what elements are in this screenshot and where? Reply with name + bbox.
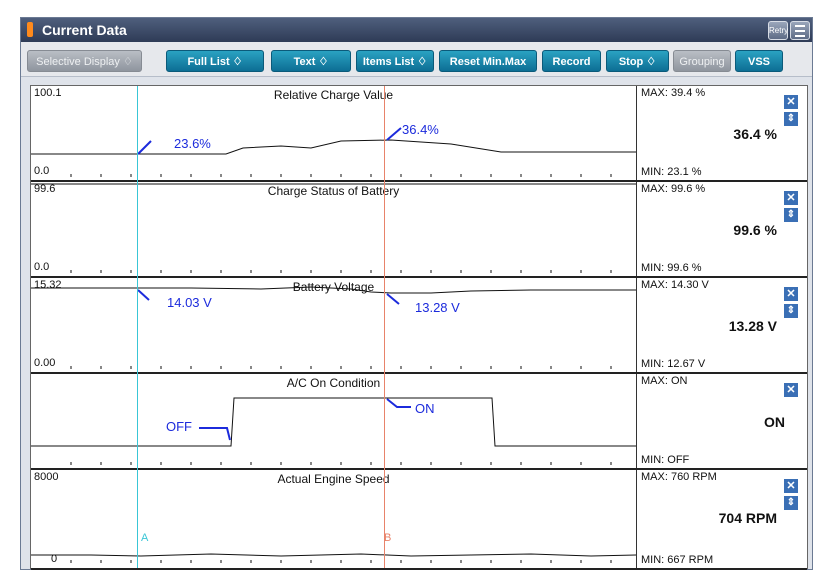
panel-title: Charge Status of Battery bbox=[267, 184, 400, 198]
plot-area[interactable]: 15.32 0.00 Battery Voltage 14.03 V 13.28… bbox=[31, 278, 637, 372]
selective-display-button[interactable]: Selective Display ♢ bbox=[27, 50, 142, 72]
title-marker-icon bbox=[27, 22, 33, 37]
value-panel: MAX: 14.30 V 13.28 V MIN: 12.67 V ✕ ⇕ bbox=[637, 278, 807, 372]
annotation-arrow bbox=[386, 127, 402, 141]
max-value: MAX: 760 RPM bbox=[641, 471, 717, 483]
reorder-icon[interactable]: ⇕ bbox=[784, 304, 798, 318]
tick-marks bbox=[70, 174, 612, 177]
menu-icon bbox=[795, 25, 805, 27]
value-panel: MAX: 760 RPM 704 RPM MIN: 667 RPM ✕ ⇕ bbox=[637, 470, 807, 568]
grouping-button[interactable]: Grouping bbox=[673, 50, 731, 72]
graph-panel-battery-voltage: 15.32 0.00 Battery Voltage 14.03 V 13.28… bbox=[31, 278, 807, 374]
min-value: MIN: 667 RPM bbox=[641, 554, 714, 566]
plot-area[interactable]: 100.1 0.0 Relative Charge Value 23.6% 36… bbox=[31, 86, 637, 180]
reorder-icon[interactable]: ⇕ bbox=[784, 496, 798, 510]
annotation-label: 23.6% bbox=[174, 136, 211, 151]
series-line bbox=[31, 397, 636, 447]
graph-panel-engine-speed: 8000 0 Actual Engine Speed A B MAX: 760 … bbox=[31, 470, 807, 570]
annotation-label: 14.03 V bbox=[167, 295, 212, 310]
window-title: Current Data bbox=[42, 22, 127, 38]
panel-title: Actual Engine Speed bbox=[277, 472, 390, 486]
series-line bbox=[31, 139, 636, 155]
tick-marks bbox=[70, 560, 612, 563]
cursor-b-line[interactable] bbox=[384, 86, 385, 568]
graph-panel-charge-status: 99.6 0.0 Charge Status of Battery MAX: 9… bbox=[31, 182, 807, 278]
current-data-window: Current Data Retry Selective Display ♢ F… bbox=[20, 17, 813, 570]
tick-marks bbox=[70, 462, 612, 465]
y-min-label: 0.0 bbox=[34, 165, 50, 177]
y-min-label: 0.0 bbox=[34, 261, 50, 273]
graph-panel-relative-charge: 100.1 0.0 Relative Charge Value 23.6% 36… bbox=[31, 86, 807, 182]
value-panel: MAX: 99.6 % 99.6 % MIN: 99.6 % ✕ ⇕ bbox=[637, 182, 807, 276]
vss-button[interactable]: VSS bbox=[735, 50, 783, 72]
plot-area[interactable]: 8000 0 Actual Engine Speed A B bbox=[31, 470, 637, 568]
annotation-label: 13.28 V bbox=[415, 300, 460, 315]
panel-title: Relative Charge Value bbox=[273, 88, 394, 102]
graph-area: 100.1 0.0 Relative Charge Value 23.6% 36… bbox=[30, 85, 808, 570]
annotation-arrow bbox=[386, 293, 400, 305]
plot-area[interactable]: A/C On Condition OFF ON bbox=[31, 374, 637, 468]
current-value: ON bbox=[764, 414, 785, 430]
close-icon[interactable]: ✕ bbox=[784, 287, 798, 301]
close-icon[interactable]: ✕ bbox=[784, 95, 798, 109]
retry-icon: Retry bbox=[769, 26, 789, 35]
tick-marks bbox=[70, 270, 612, 273]
annotation-label: ON bbox=[415, 401, 435, 416]
current-value: 99.6 % bbox=[733, 222, 777, 238]
record-button[interactable]: Record bbox=[542, 50, 601, 72]
panel-title: Battery Voltage bbox=[292, 280, 375, 294]
series-line bbox=[31, 553, 636, 557]
reorder-icon[interactable]: ⇕ bbox=[784, 208, 798, 222]
annotation-arrow bbox=[137, 140, 152, 155]
cursor-b-label: B bbox=[384, 532, 392, 544]
items-list-button[interactable]: Items List ♢ bbox=[356, 50, 434, 72]
max-value: MAX: ON bbox=[641, 375, 688, 387]
close-icon[interactable]: ✕ bbox=[784, 191, 798, 205]
annotation-label: OFF bbox=[166, 419, 192, 434]
current-value: 704 RPM bbox=[718, 510, 777, 526]
annotation-label: 36.4% bbox=[402, 122, 439, 137]
annotation-arrow bbox=[199, 427, 231, 441]
min-value: MIN: OFF bbox=[641, 454, 690, 466]
title-bar: Current Data Retry bbox=[21, 18, 812, 42]
graph-panel-ac-condition: A/C On Condition OFF ON MAX: ON ON MIN: … bbox=[31, 374, 807, 470]
text-button[interactable]: Text ♢ bbox=[271, 50, 351, 72]
max-value: MAX: 39.4 % bbox=[641, 87, 706, 99]
close-icon[interactable]: ✕ bbox=[784, 479, 798, 493]
value-panel: MAX: ON ON MIN: OFF ✕ bbox=[637, 374, 807, 468]
reset-minmax-button[interactable]: Reset Min.Max bbox=[439, 50, 537, 72]
current-value: 13.28 V bbox=[728, 318, 777, 334]
stop-button[interactable]: Stop ♢ bbox=[606, 50, 669, 72]
full-list-button[interactable]: Full List ♢ bbox=[166, 50, 264, 72]
toolbar: Selective Display ♢ Full List ♢ Text ♢ I… bbox=[21, 42, 812, 77]
y-min-label: 0.00 bbox=[34, 357, 56, 369]
max-value: MAX: 14.30 V bbox=[641, 279, 709, 291]
reorder-icon[interactable]: ⇕ bbox=[784, 112, 798, 126]
max-value: MAX: 99.6 % bbox=[641, 183, 706, 195]
plot-area[interactable]: 99.6 0.0 Charge Status of Battery bbox=[31, 182, 637, 276]
y-min-label: 0 bbox=[51, 553, 58, 565]
tick-marks bbox=[70, 366, 612, 369]
value-panel: MAX: 39.4 % 36.4 % MIN: 23.1 % ✕ ⇕ bbox=[637, 86, 807, 180]
annotation-arrow bbox=[386, 398, 411, 408]
close-icon[interactable]: ✕ bbox=[784, 383, 798, 397]
cursor-a-label: A bbox=[141, 532, 149, 544]
cursor-a-line[interactable] bbox=[137, 86, 138, 568]
panel-title: A/C On Condition bbox=[286, 376, 381, 390]
min-value: MIN: 23.1 % bbox=[641, 166, 702, 178]
min-value: MIN: 12.67 V bbox=[641, 358, 706, 370]
retry-button[interactable]: Retry bbox=[768, 21, 788, 40]
menu-button[interactable] bbox=[790, 21, 810, 40]
current-value: 36.4 % bbox=[733, 126, 777, 142]
min-value: MIN: 99.6 % bbox=[641, 262, 702, 274]
